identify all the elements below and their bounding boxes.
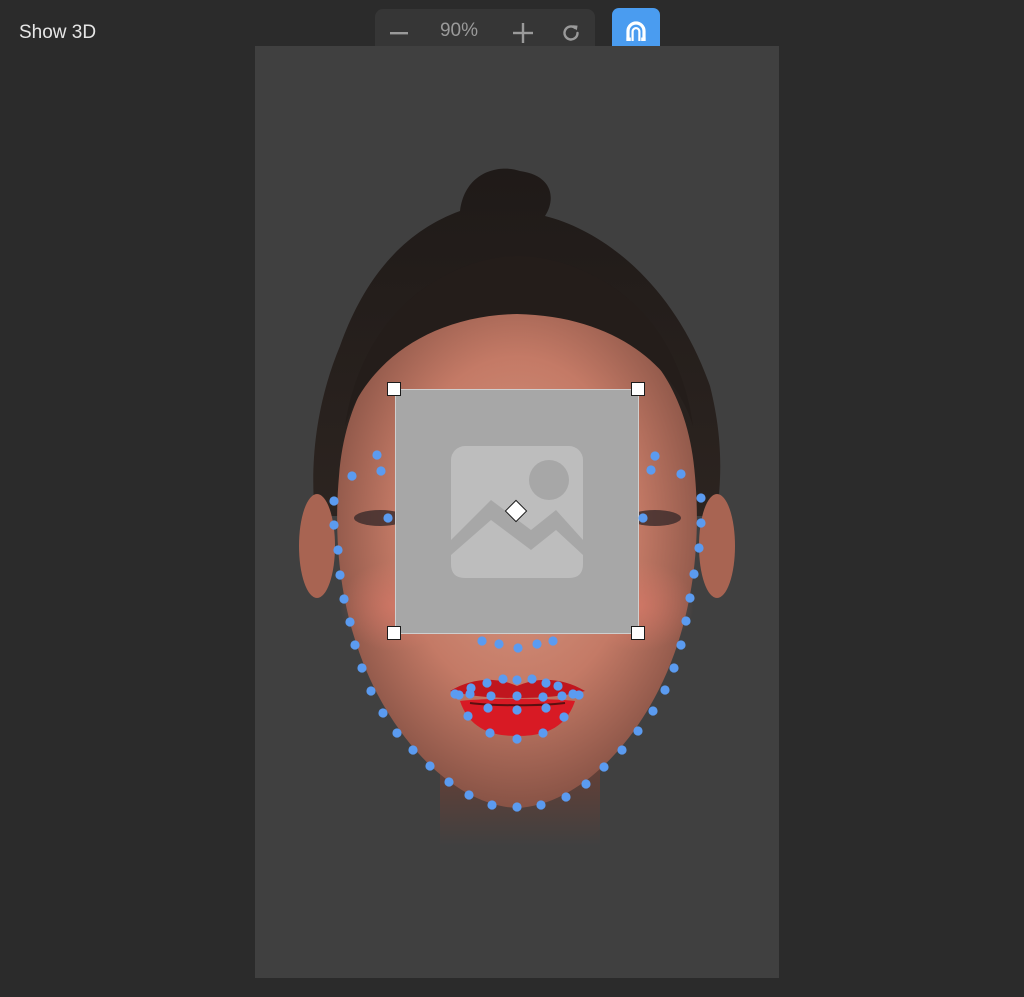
landmark-point[interactable]	[561, 792, 571, 802]
resize-handle-top-right[interactable]	[631, 382, 645, 396]
landmark-point[interactable]	[512, 802, 522, 812]
landmark-point[interactable]	[599, 762, 609, 772]
landmark-point[interactable]	[696, 518, 706, 528]
landmark-point[interactable]	[454, 690, 464, 700]
zoom-level: 90%	[439, 20, 479, 41]
landmark-point[interactable]	[660, 685, 670, 695]
landmark-point[interactable]	[487, 800, 497, 810]
landmark-point[interactable]	[465, 689, 475, 699]
landmark-point[interactable]	[329, 520, 339, 530]
landmark-point[interactable]	[357, 663, 367, 673]
landmark-point[interactable]	[463, 711, 473, 721]
landmark-point[interactable]	[383, 513, 393, 523]
landmark-point[interactable]	[347, 471, 357, 481]
resize-handle-top-left[interactable]	[387, 382, 401, 396]
landmark-point[interactable]	[512, 734, 522, 744]
landmark-point[interactable]	[477, 636, 487, 646]
landmark-point[interactable]	[689, 569, 699, 579]
landmark-point[interactable]	[498, 674, 508, 684]
landmark-point[interactable]	[532, 639, 542, 649]
landmark-point[interactable]	[329, 496, 339, 506]
landmark-point[interactable]	[486, 691, 496, 701]
landmark-point[interactable]	[345, 617, 355, 627]
landmark-point[interactable]	[482, 678, 492, 688]
landmark-point[interactable]	[553, 681, 563, 691]
show-3d-toggle[interactable]: Show 3D	[19, 22, 96, 44]
landmark-point[interactable]	[512, 691, 522, 701]
rotate-icon	[563, 24, 579, 41]
landmark-point[interactable]	[512, 675, 522, 685]
landmark-point[interactable]	[339, 594, 349, 604]
landmark-point[interactable]	[541, 678, 551, 688]
landmark-point[interactable]	[513, 643, 523, 653]
landmark-point[interactable]	[694, 543, 704, 553]
landmark-point[interactable]	[581, 779, 591, 789]
landmark-point[interactable]	[557, 691, 567, 701]
landmark-point[interactable]	[696, 493, 706, 503]
resize-handle-bottom-left[interactable]	[387, 626, 401, 640]
landmark-point[interactable]	[676, 640, 686, 650]
landmark-point[interactable]	[548, 636, 558, 646]
landmark-point[interactable]	[541, 703, 551, 713]
landmark-point[interactable]	[335, 570, 345, 580]
landmark-point[interactable]	[633, 726, 643, 736]
landmark-point[interactable]	[669, 663, 679, 673]
landmark-point[interactable]	[483, 703, 493, 713]
landmark-point[interactable]	[559, 712, 569, 722]
landmark-point[interactable]	[536, 800, 546, 810]
minus-icon	[390, 31, 408, 34]
landmark-point[interactable]	[494, 639, 504, 649]
landmark-point[interactable]	[408, 745, 418, 755]
landmark-point[interactable]	[538, 728, 548, 738]
landmark-point[interactable]	[350, 640, 360, 650]
landmark-point[interactable]	[512, 705, 522, 715]
landmark-point[interactable]	[685, 593, 695, 603]
landmark-point[interactable]	[681, 616, 691, 626]
landmark-point[interactable]	[444, 777, 454, 787]
landmark-point[interactable]	[485, 728, 495, 738]
landmark-point[interactable]	[366, 686, 376, 696]
landmark-point[interactable]	[376, 466, 386, 476]
resize-handle-bottom-right[interactable]	[631, 626, 645, 640]
landmark-point[interactable]	[527, 674, 537, 684]
landmark-point[interactable]	[425, 761, 435, 771]
landmark-point[interactable]	[646, 465, 656, 475]
landmark-point[interactable]	[617, 745, 627, 755]
landmark-point[interactable]	[372, 450, 382, 460]
landmark-point[interactable]	[538, 692, 548, 702]
landmark-point[interactable]	[648, 706, 658, 716]
landmark-point[interactable]	[574, 690, 584, 700]
plus-icon	[513, 22, 533, 43]
landmark-point[interactable]	[392, 728, 402, 738]
landmark-point[interactable]	[638, 513, 648, 523]
landmark-point[interactable]	[333, 545, 343, 555]
landmark-point[interactable]	[464, 790, 474, 800]
magnet-icon	[626, 21, 646, 41]
landmark-point[interactable]	[378, 708, 388, 718]
landmark-point[interactable]	[676, 469, 686, 479]
landmark-point[interactable]	[650, 451, 660, 461]
